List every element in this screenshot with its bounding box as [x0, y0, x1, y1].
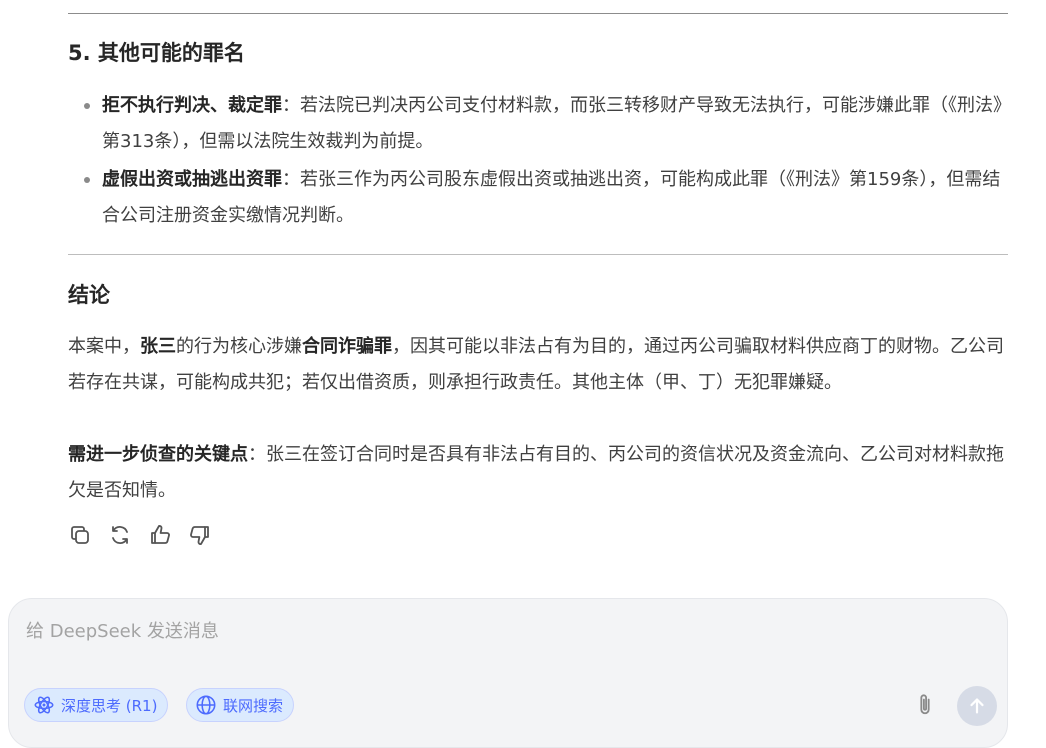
thumbs-down-icon — [190, 526, 209, 545]
list-item-term: 拒不执行判决、裁定罪 — [102, 95, 282, 116]
thumbs-up-icon — [151, 525, 170, 544]
bullet-dot — [84, 103, 90, 109]
copy-button[interactable] — [68, 522, 92, 548]
message-actions — [68, 522, 212, 548]
send-button[interactable] — [957, 686, 997, 726]
conclusion-heading: 结论 — [68, 283, 110, 307]
conclusion-bold-crime: 合同诈骗罪 — [302, 336, 392, 357]
atom-icon — [34, 696, 54, 714]
regenerate-button[interactable] — [108, 522, 132, 548]
deep-think-toggle[interactable]: 深度思考 (R1) — [24, 688, 169, 722]
copy-icon — [71, 526, 89, 544]
conclusion-text: 的行为核心涉嫌 — [176, 336, 302, 357]
like-button[interactable] — [148, 522, 172, 548]
divider — [68, 254, 1008, 255]
section-heading: 5. 其他可能的罪名 — [68, 41, 245, 65]
paperclip-icon — [920, 694, 930, 715]
globe-icon — [196, 695, 216, 715]
arrow-up-icon — [970, 698, 984, 714]
web-search-label: 联网搜索 — [223, 696, 284, 715]
deep-think-label: 深度思考 (R1) — [61, 696, 158, 715]
web-search-toggle[interactable]: 联网搜索 — [186, 688, 295, 722]
dislike-button[interactable] — [188, 522, 212, 548]
crime-list: 拒不执行判决、裁定罪：若法院已判决丙公司支付材料款，而张三转移财产导致无法执行，… — [68, 88, 1008, 236]
key-points-label: 需进一步侦查的关键点 — [68, 444, 248, 465]
bullet-dot — [84, 177, 90, 183]
list-item-term: 虚假出资或抽逃出资罪 — [102, 169, 282, 190]
divider-top — [68, 13, 1008, 14]
message-composer[interactable]: 给 DeepSeek 发送消息 深度思考 (R1) 联网搜索 — [8, 598, 1008, 748]
conclusion-text: 本案中， — [68, 336, 140, 357]
list-item: 虚假出资或抽逃出资罪：若张三作为丙公司股东虚假出资或抽逃出资，可能构成此罪（《刑… — [68, 162, 1008, 234]
list-item: 拒不执行判决、裁定罪：若法院已判决丙公司支付材料款，而张三转移财产导致无法执行，… — [68, 88, 1008, 160]
regenerate-icon — [112, 526, 128, 544]
message-input[interactable]: 给 DeepSeek 发送消息 — [26, 617, 219, 643]
conclusion-paragraph: 本案中，张三的行为核心涉嫌合同诈骗罪，因其可能以非法占有为目的，通过丙公司骗取材… — [68, 329, 1008, 400]
conclusion-bold-subject: 张三 — [140, 336, 176, 357]
key-points-paragraph: 需进一步侦查的关键点：张三在签订合同时是否具有非法占有目的、丙公司的资信状况及资… — [68, 437, 1008, 508]
attach-button[interactable] — [911, 690, 939, 720]
